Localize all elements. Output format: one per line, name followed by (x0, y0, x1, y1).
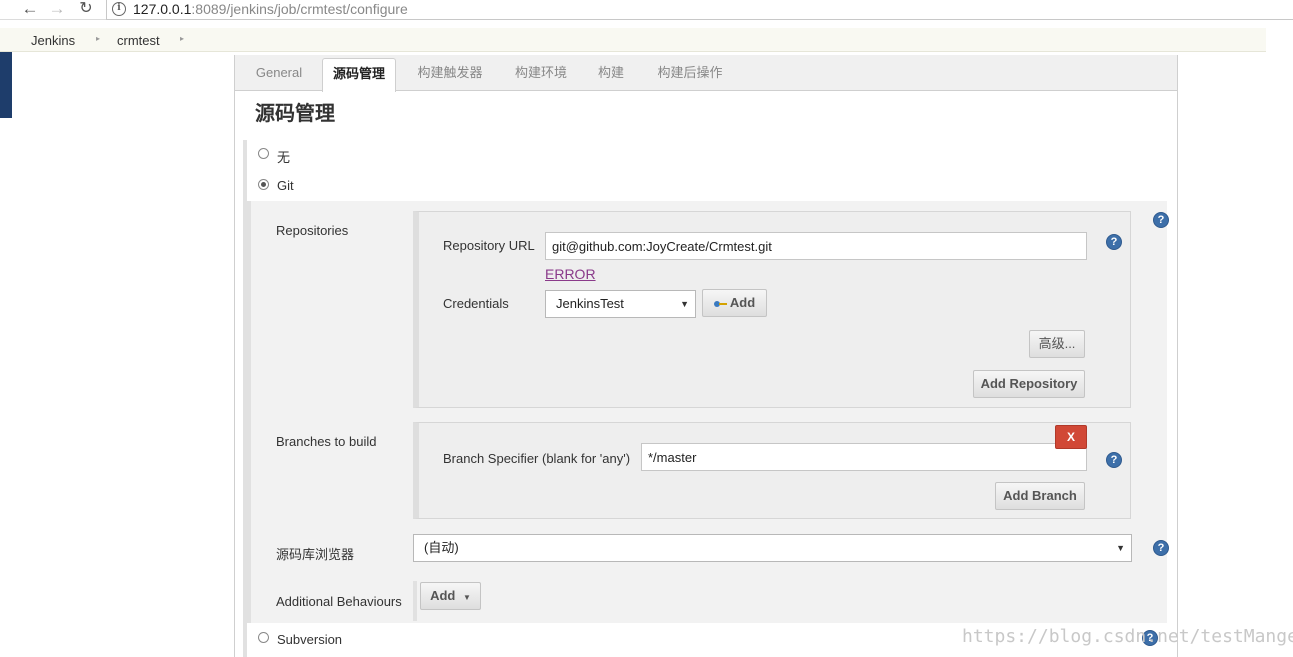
repo-browser-label: 源码库浏览器 (276, 547, 355, 562)
info-icon[interactable]: i (112, 2, 126, 16)
credentials-add-label: Add (729, 295, 756, 310)
breadcrumb-arrow-icon[interactable]: ▸ (96, 34, 100, 43)
dropdown-arrow-icon: ▼ (680, 299, 689, 309)
radio-none[interactable] (258, 148, 269, 159)
additional-behaviours-label: Additional Behaviours (276, 594, 402, 609)
credentials-select[interactable]: JenkinsTest ▼ (545, 290, 696, 318)
repository-panel: Repository URL ERROR Credentials Jenkins… (413, 211, 1131, 408)
add-branch-button[interactable]: Add Branch (995, 482, 1085, 510)
breadcrumb: Jenkins ▸ crmtest ▸ (0, 28, 1266, 52)
sidebar-edge (0, 52, 12, 118)
tab-bar: General 源码管理 构建触发器 构建环境 构建 构建后操作 (235, 55, 1177, 92)
additional-add-label: Add (430, 588, 456, 603)
address-bar[interactable]: i 127.0.0.1:8089/jenkins/job/crmtest/con… (106, 0, 1293, 20)
dropdown-arrow-icon: ▼ (462, 593, 471, 602)
back-arrow-icon[interactable]: ← (21, 0, 39, 20)
config-panel: General 源码管理 构建触发器 构建环境 构建 构建后操作 源码管理 无 … (234, 55, 1178, 657)
behaviours-bar (413, 581, 417, 621)
branch-specifier-help-icon[interactable]: ? (1106, 452, 1122, 468)
repositories-label: Repositories (276, 223, 349, 238)
watermark-text: https://blog.csdn.net/testManger (962, 626, 1293, 647)
radio-subversion[interactable] (258, 632, 269, 643)
credentials-selected: JenkinsTest (556, 296, 624, 311)
error-link[interactable]: ERROR (545, 266, 596, 282)
repo-browser-selected: (自动) (424, 540, 459, 555)
breadcrumb-crmtest[interactable]: crmtest (117, 33, 160, 48)
repositories-help-icon[interactable]: ? (1153, 212, 1169, 228)
branch-specifier-label: Branch Specifier (blank for 'any') (443, 451, 631, 466)
url-text: 127.0.0.1:8089/jenkins/job/crmtest/confi… (133, 1, 408, 17)
tab-post-build[interactable]: 构建后操作 (647, 55, 733, 91)
browser-toolbar: ← → ↻ i 127.0.0.1:8089/jenkins/job/crmte… (0, 0, 1293, 20)
credentials-label: Credentials (443, 296, 509, 311)
radio-git[interactable] (258, 179, 269, 190)
credentials-add-button[interactable]: Add (702, 289, 767, 317)
repository-url-help-icon[interactable]: ? (1106, 234, 1122, 250)
url-host: 127.0.0.1 (133, 1, 192, 17)
advanced-button[interactable]: 高级... (1029, 330, 1085, 358)
branch-specifier-input[interactable] (641, 443, 1087, 471)
url-path: :8089/jenkins/job/crmtest/configure (191, 1, 408, 17)
branch-panel: Branch Specifier (blank for 'any') Add B… (413, 422, 1131, 519)
additional-behaviours-add-button[interactable]: Add ▼ (420, 582, 481, 610)
reload-icon[interactable]: ↻ (77, 0, 95, 20)
tab-general[interactable]: General (245, 55, 313, 91)
section-title: 源码管理 (255, 103, 335, 125)
radio-git-label: Git (277, 178, 294, 193)
breadcrumb-jenkins[interactable]: Jenkins (31, 33, 75, 48)
repository-url-label: Repository URL (443, 238, 535, 253)
repo-browser-select[interactable]: (自动) ▼ (413, 534, 1132, 562)
tab-scm[interactable]: 源码管理 (322, 58, 396, 92)
tab-build-triggers[interactable]: 构建触发器 (407, 55, 493, 91)
key-icon (713, 300, 728, 308)
radio-subversion-label: Subversion (277, 632, 343, 647)
branches-label: Branches to build (276, 434, 377, 449)
tab-build[interactable]: 构建 (591, 55, 631, 91)
tab-build-environment[interactable]: 构建环境 (505, 55, 577, 91)
git-config-block: Repositories Repository URL ERROR Creden… (247, 201, 1169, 623)
delete-branch-button[interactable]: X (1055, 425, 1087, 449)
breadcrumb-arrow-icon[interactable]: ▸ (180, 34, 184, 43)
repo-browser-help-icon[interactable]: ? (1153, 540, 1169, 556)
repository-url-input[interactable] (545, 232, 1087, 260)
radio-none-label: 无 (277, 150, 291, 165)
dropdown-arrow-icon: ▼ (1116, 543, 1125, 553)
forward-arrow-icon[interactable]: → (48, 0, 66, 20)
add-repository-button[interactable]: Add Repository (973, 370, 1085, 398)
